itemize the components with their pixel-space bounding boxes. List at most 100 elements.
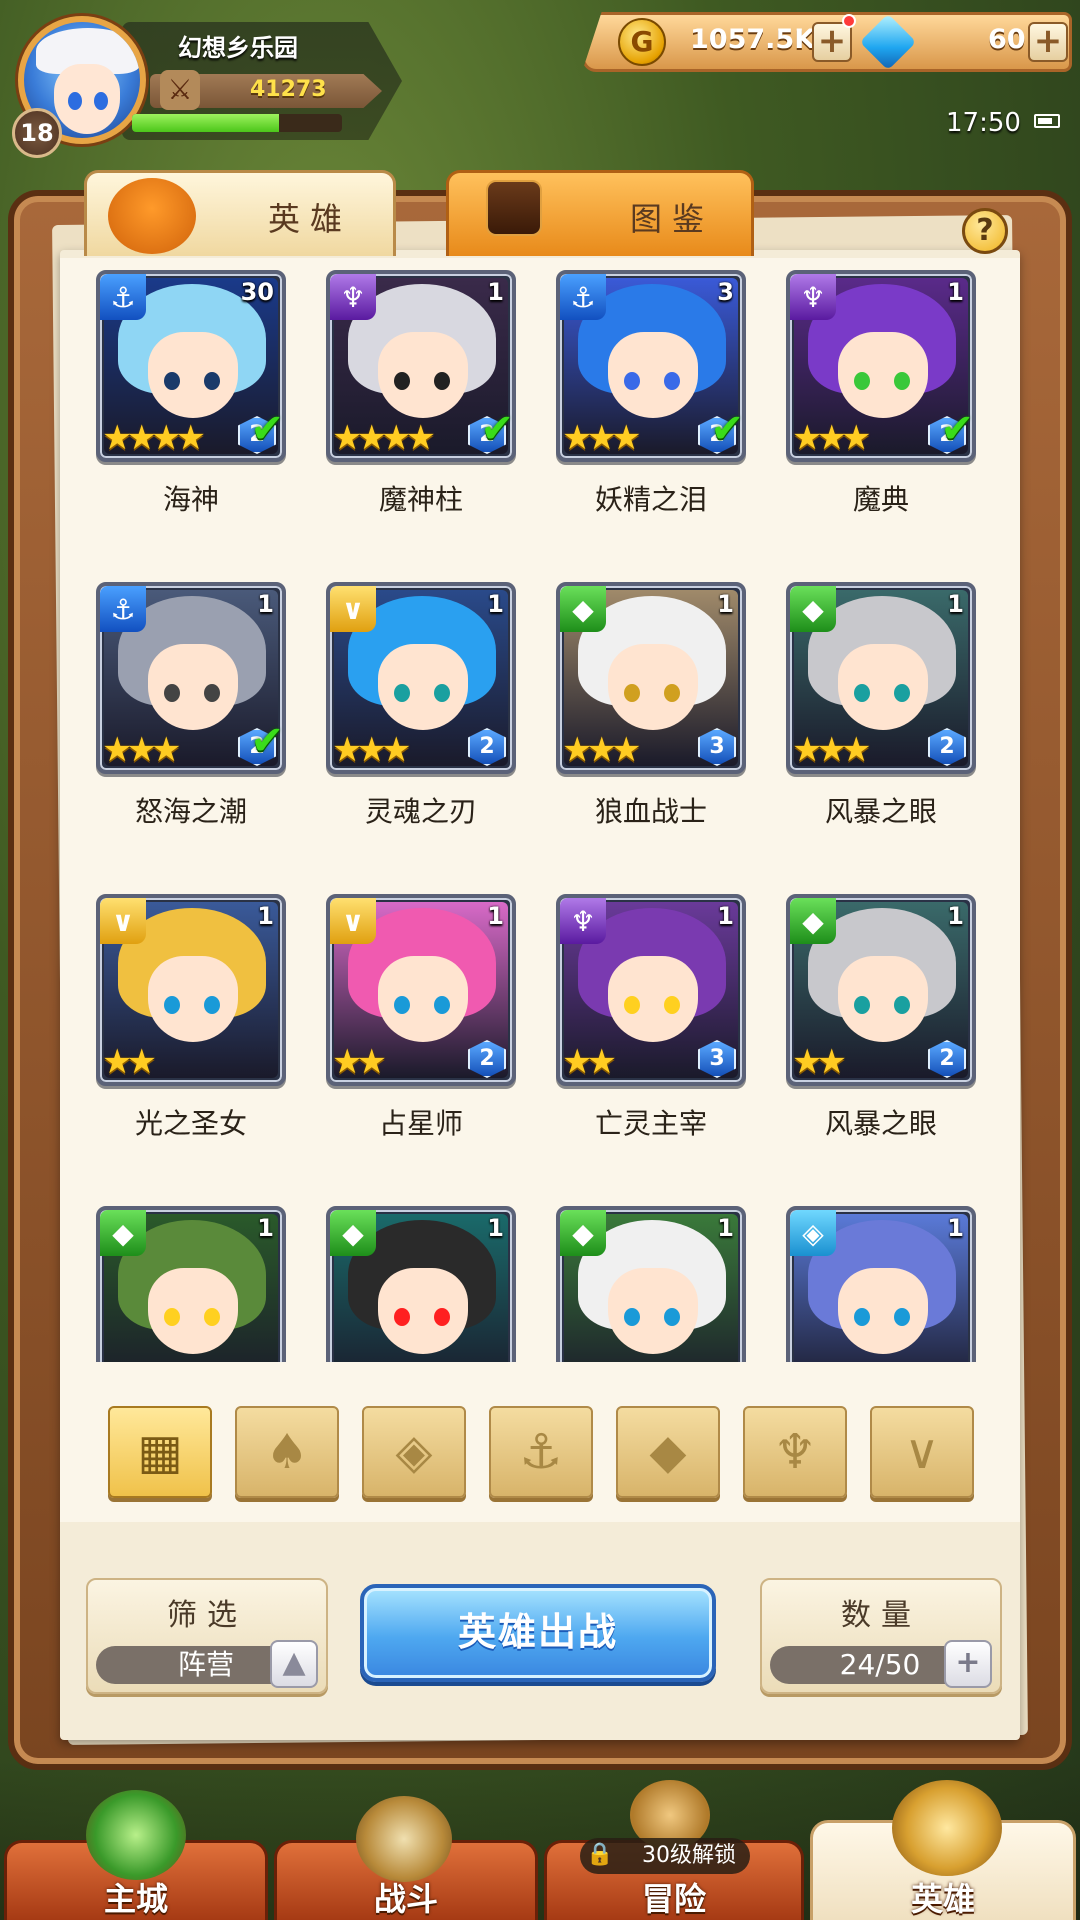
beast-faction-icon: ◆ (790, 586, 836, 632)
sea-faction-icon: ⚓ (519, 1424, 563, 1480)
hero-name: 亡灵主宰 (594, 1107, 707, 1140)
dark-faction-icon: ♆ (560, 898, 606, 944)
hero-shard-count: 30 (240, 278, 274, 306)
filter-sea-faction-button[interactable]: ⚓ (489, 1406, 593, 1498)
help-button[interactable]: ? (962, 208, 1008, 254)
checkmark-icon: ✔ (250, 718, 284, 764)
hero-helmet-nav-icon (892, 1780, 1002, 1876)
lock-icon: 🔒 (586, 1842, 614, 1867)
avatar-eye (68, 92, 82, 110)
hero-shard-count: 1 (717, 590, 734, 618)
hero-eye (164, 1308, 180, 1326)
sea-faction-icon: ⚓ (100, 586, 146, 632)
notification-dot (842, 14, 856, 28)
tab-codex-label: 图鉴 (630, 200, 715, 238)
filter-forest-faction-button[interactable]: ♠ (235, 1406, 339, 1498)
tab-heroes-label: 英雄 (268, 200, 353, 238)
checkmark-icon: ✔ (710, 406, 744, 452)
all-grid-icon: ▦ (137, 1424, 183, 1480)
filter-beast-faction-button[interactable]: ◆ (616, 1406, 720, 1498)
hero-stars: ★★ (102, 1042, 157, 1082)
gold-value: 1057.5K (690, 24, 816, 55)
hero-stars: ★★★ (562, 730, 641, 770)
hero-name: 灵魂之刃 (364, 795, 477, 828)
gold-coin-icon: G (618, 18, 666, 66)
hero-shard-count: 1 (487, 902, 504, 930)
add-gold-button[interactable]: + (812, 22, 852, 62)
hero-shard-count: 1 (257, 1214, 274, 1242)
deploy-heroes-button[interactable]: 英雄出战 (360, 1584, 716, 1682)
hero-card[interactable]: ⚓ 30 ★★★★ 2 ✔ (96, 270, 286, 462)
hero-eye (394, 684, 410, 702)
hero-stars: ★★★ (102, 730, 181, 770)
hero-card[interactable]: ∨ 1 ★★ 2 (326, 894, 516, 1086)
hero-face (378, 1268, 468, 1354)
hero-face (838, 332, 928, 418)
hero-eye (394, 1308, 410, 1326)
add-gems-button[interactable]: + (1028, 22, 1068, 62)
checkmark-icon: ✔ (940, 406, 974, 452)
hero-eye (434, 684, 450, 702)
filter-expand-button[interactable]: ▲ (270, 1640, 318, 1688)
sea-faction-icon: ⚓ (100, 274, 146, 320)
hero-name: 魔典 (852, 483, 909, 516)
hero-card[interactable]: ◆ 1 ★★★ 2 (786, 582, 976, 774)
hero-face (148, 644, 238, 730)
hero-name: 光之圣女 (134, 1107, 247, 1140)
hero-eye (394, 996, 410, 1014)
hero-eye (854, 684, 870, 702)
hero-stars: ★★★★ (102, 418, 206, 458)
hero-face (148, 1268, 238, 1354)
magnifier-icon (486, 180, 542, 236)
hero-stars: ★★★ (792, 730, 871, 770)
hero-card[interactable]: ♆ 1 ★★★ 2 ✔ (786, 270, 976, 462)
hero-name: 妖精之泪 (594, 483, 707, 516)
filter-all-grid-button[interactable]: ▦ (108, 1406, 212, 1498)
hero-card[interactable]: ∨ 1 ★★★ 2 (326, 582, 516, 774)
power-value: 41273 (250, 77, 327, 102)
battery-icon (1034, 114, 1060, 128)
hero-eye (204, 1308, 220, 1326)
hero-stars: ★★★ (332, 730, 411, 770)
water-faction-icon: ◈ (790, 1210, 836, 1256)
hero-shard-count: 1 (947, 902, 964, 930)
hero-eye (894, 996, 910, 1014)
nav-heroes-label: 英雄 (910, 1880, 975, 1918)
hero-face (378, 332, 468, 418)
hero-card[interactable]: ⚓ 3 ★★★ 2 ✔ (556, 270, 746, 462)
hero-eye (624, 996, 640, 1014)
filter-water-faction-button[interactable]: ◈ (362, 1406, 466, 1498)
player-name: 幻想乡乐园 (178, 34, 298, 62)
hero-face (608, 644, 698, 730)
hero-stars: ★★★ (562, 418, 641, 458)
hero-face (838, 1268, 928, 1354)
hero-eye (394, 372, 410, 390)
hero-face (378, 956, 468, 1042)
hero-card[interactable]: ♆ 1 ★★ 3 (556, 894, 746, 1086)
hero-name: 占星师 (378, 1107, 463, 1140)
hero-shard-count: 1 (257, 902, 274, 930)
hero-shard-count: 1 (487, 590, 504, 618)
hero-face (378, 644, 468, 730)
hero-eye (434, 996, 450, 1014)
hero-shard-count: 1 (717, 1214, 734, 1242)
hero-card[interactable]: ◆ 1 ★★★ 3 (556, 582, 746, 774)
hero-face (838, 956, 928, 1042)
holy-faction-icon: ∨ (100, 898, 146, 944)
hero-eye (204, 996, 220, 1014)
hero-card[interactable]: ◆ 1 ★★ 2 (786, 894, 976, 1086)
exp-bar-fill (132, 114, 279, 132)
hero-card[interactable]: ⚓ 1 ★★★ 2 ✔ (96, 582, 286, 774)
filter-dark-faction-button[interactable]: ♆ (743, 1406, 847, 1498)
hero-shard-count: 1 (947, 590, 964, 618)
helmet-icon (108, 178, 196, 254)
hero-eye (894, 684, 910, 702)
filter-holy-faction-button[interactable]: ∨ (870, 1406, 974, 1498)
checkmark-icon: ✔ (480, 406, 514, 452)
hero-stars: ★★★★ (332, 418, 436, 458)
hero-card[interactable]: ∨ 1 ★★ (96, 894, 286, 1086)
hero-face (838, 644, 928, 730)
hero-card[interactable]: ♆ 1 ★★★★ 2 ✔ (326, 270, 516, 462)
expand-capacity-button[interactable]: + (944, 1640, 992, 1688)
hero-face (148, 956, 238, 1042)
